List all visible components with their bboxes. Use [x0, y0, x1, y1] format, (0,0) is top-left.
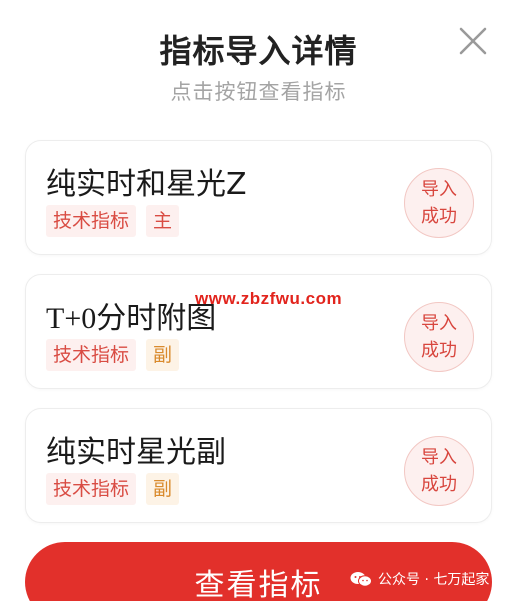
stamp-line-2: 成功: [421, 206, 457, 227]
indicator-type-tag: 技术指标: [46, 339, 137, 371]
indicator-role-tag: 主: [146, 205, 180, 237]
import-success-stamp: 导入 成功: [404, 168, 474, 238]
close-icon[interactable]: [452, 20, 494, 62]
dialog-title: 指标导入详情: [159, 32, 358, 70]
import-success-stamp: 导入 成功: [404, 302, 474, 372]
site-watermark: www.zbzfwu.com: [195, 289, 343, 308]
dialog-subtitle: 点击按钮查看指标: [170, 80, 347, 104]
indicator-type-tag: 技术指标: [46, 205, 137, 237]
indicator-role-tag: 副: [146, 339, 180, 371]
stamp-line-2: 成功: [421, 474, 457, 495]
indicator-name: T+0分时附图: [46, 302, 217, 335]
indicator-card[interactable]: 纯实时星光副 技术指标 副 导入 成功: [25, 408, 492, 523]
stamp-line-1: 导入: [421, 179, 457, 200]
indicator-card[interactable]: 纯实时和星光Z 技术指标 主 导入 成功: [25, 140, 492, 255]
indicator-role-tag: 副: [146, 473, 180, 505]
stamp-line-1: 导入: [421, 313, 457, 334]
indicator-type-tag: 技术指标: [46, 473, 137, 505]
dialog-header: 指标导入详情 点击按钮查看指标: [0, 0, 517, 120]
wechat-icon: [350, 572, 372, 587]
indicator-name: 纯实时和星光Z: [46, 167, 247, 202]
stamp-line-1: 导入: [421, 447, 457, 468]
stamp-line-2: 成功: [421, 340, 457, 361]
indicator-name: 纯实时星光副: [46, 435, 226, 470]
import-success-stamp: 导入 成功: [404, 436, 474, 506]
wechat-account-text: 公众号 · 七万起家: [378, 572, 490, 588]
wechat-account-overlay: 公众号 · 七万起家: [350, 568, 489, 590]
